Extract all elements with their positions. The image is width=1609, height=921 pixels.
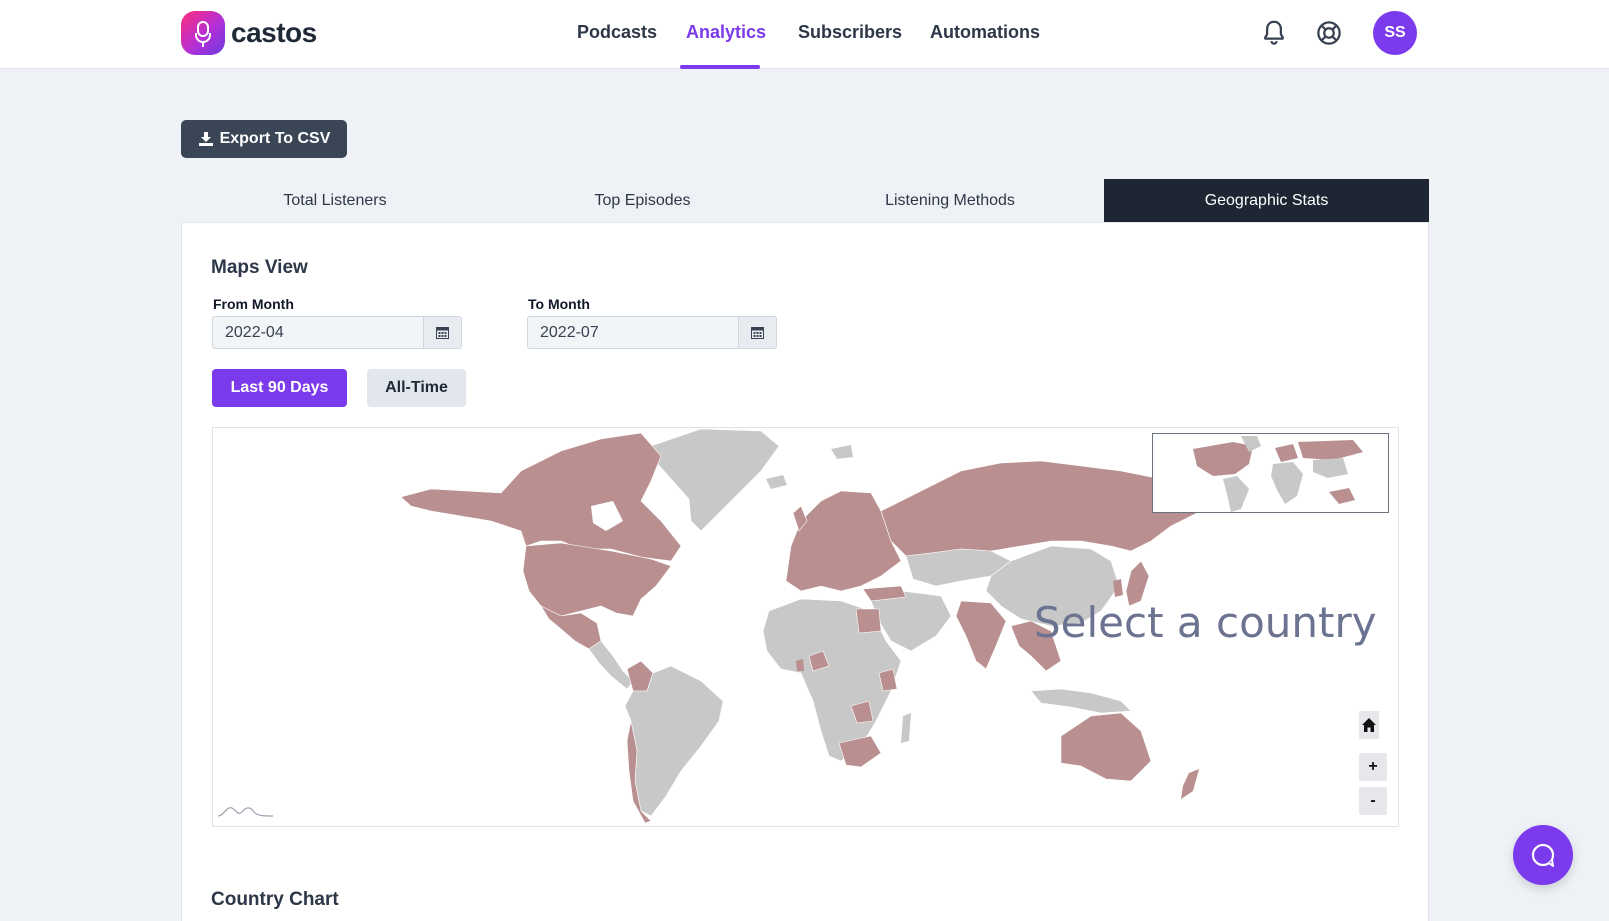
chat-bubble-icon <box>1531 843 1555 867</box>
to-month-label: To Month <box>528 296 590 312</box>
tab-geographic-stats[interactable]: Geographic Stats <box>1104 179 1429 222</box>
all-time-button[interactable]: All-Time <box>367 369 466 407</box>
country-australia <box>1060 712 1152 782</box>
country-egypt <box>855 608 882 634</box>
country-madagascar <box>901 713 911 743</box>
tab-total-listeners[interactable]: Total Listeners <box>181 179 489 222</box>
microphone-logo-icon <box>181 11 225 55</box>
help-lifebuoy-icon[interactable] <box>1314 18 1344 48</box>
minimap-overview[interactable] <box>1152 433 1389 513</box>
chat-support-button[interactable] <box>1513 825 1573 885</box>
nav-podcasts[interactable]: Podcasts <box>577 22 657 43</box>
country-canada <box>400 432 682 562</box>
map-select-country-prompt: Select a country <box>1034 598 1377 647</box>
zoom-in-button[interactable]: + <box>1359 753 1387 781</box>
country-chart-title: Country Chart <box>211 889 339 910</box>
zoom-out-button[interactable]: - <box>1359 787 1387 815</box>
calendar-icon[interactable] <box>423 317 461 348</box>
calendar-icon[interactable] <box>738 317 776 348</box>
country-europe <box>785 490 902 592</box>
bell-icon[interactable] <box>1259 18 1289 48</box>
top-navbar: castos Podcasts Analytics Subscribers Au… <box>0 0 1609 69</box>
country-korea <box>1113 579 1123 597</box>
castos-logo[interactable]: castos <box>181 11 317 55</box>
country-indonesia <box>1030 688 1132 714</box>
maps-view-title: Maps View <box>211 257 308 278</box>
tab-listening-methods[interactable]: Listening Methods <box>796 179 1104 222</box>
country-greenland <box>650 428 780 532</box>
country-india <box>955 600 1007 670</box>
from-month-label: From Month <box>213 296 294 312</box>
nav-automations[interactable]: Automations <box>930 22 1040 43</box>
country-iceland <box>766 475 787 489</box>
country-svalbard <box>831 445 853 459</box>
to-month-value[interactable]: 2022-07 <box>528 317 738 348</box>
export-csv-button[interactable]: Export To CSV <box>181 120 347 158</box>
tab-top-episodes[interactable]: Top Episodes <box>489 179 796 222</box>
map-provider-logo-icon <box>218 807 273 817</box>
last-90-days-button[interactable]: Last 90 Days <box>212 369 347 407</box>
home-icon[interactable] <box>1359 711 1379 739</box>
active-nav-indicator <box>680 65 760 69</box>
export-icon <box>198 132 213 146</box>
brand-name: castos <box>231 17 317 48</box>
country-central-america <box>588 640 634 690</box>
export-csv-label: Export To CSV <box>219 130 331 147</box>
country-ghana <box>796 659 804 671</box>
from-month-field[interactable]: 2022-04 <box>212 316 462 349</box>
user-avatar[interactable]: SS <box>1373 11 1417 55</box>
to-month-field[interactable]: 2022-07 <box>527 316 777 349</box>
nav-analytics[interactable]: Analytics <box>686 22 766 43</box>
from-month-value[interactable]: 2022-04 <box>213 317 423 348</box>
nav-subscribers[interactable]: Subscribers <box>798 22 902 43</box>
country-new-zealand <box>1181 769 1199 799</box>
